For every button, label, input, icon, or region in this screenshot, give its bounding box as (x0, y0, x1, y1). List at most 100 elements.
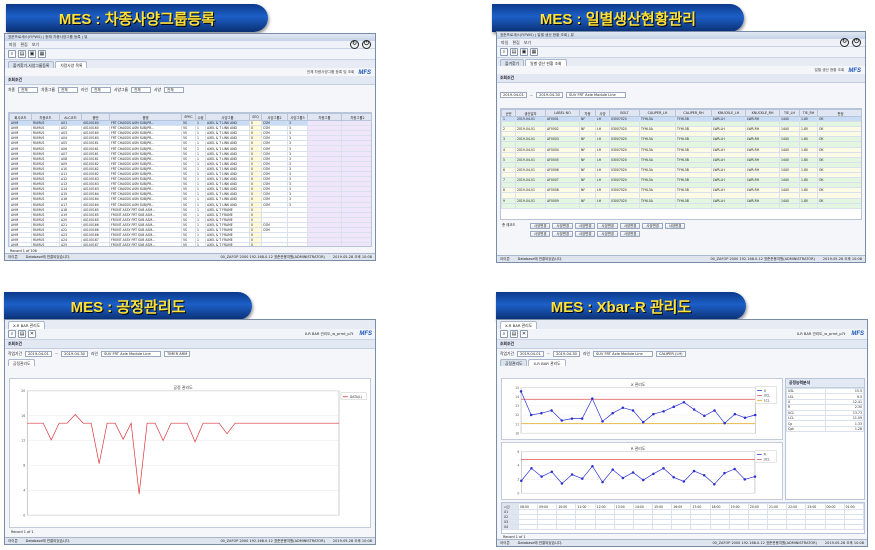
save-icon[interactable]: ▣ (28, 50, 36, 58)
menu-view[interactable]: 보기 (32, 42, 39, 48)
column-header[interactable]: LABEL NO (545, 109, 580, 117)
menu-edit[interactable]: 편집 (512, 40, 519, 46)
column-header[interactable]: 차종그룹2 (341, 113, 371, 121)
line-select[interactable]: SUV FRT Axle Module Line (592, 350, 653, 357)
power-icon[interactable]: ⏻ (852, 38, 861, 47)
column-header[interactable]: CALIPER_RH (675, 109, 712, 117)
print-icon[interactable]: ▤ (18, 330, 26, 338)
spec-change-button[interactable]: 사양변경 (619, 231, 641, 237)
filter-spec[interactable]: 전체 (163, 87, 184, 93)
date-to-input[interactable]: 2019-04-30 (553, 350, 580, 357)
column-header[interactable]: 순번 (501, 109, 516, 117)
table-row[interactable]: 5 2019-04-01 AF0005 NF LH 03007020 TYHL5A TYHL5… (501, 156, 861, 163)
column-header[interactable]: SPEC (181, 113, 196, 121)
column-header[interactable]: BOLT (609, 109, 640, 117)
print-icon[interactable]: ▤ (510, 48, 518, 56)
column-header[interactable]: KNUCKLE_LH (711, 109, 746, 117)
data-point (713, 409, 716, 412)
export-icon[interactable]: ▦ (530, 48, 538, 56)
date-from-input[interactable]: 2019-04-01 (516, 350, 544, 357)
filter-line[interactable]: 전체 (90, 87, 111, 93)
column-header[interactable]: 생산일자 (515, 109, 546, 117)
close-icon[interactable]: ✕ (520, 330, 528, 338)
tab-xr-bar[interactable]: X-R BAR 관리도 (8, 321, 46, 329)
date-from-input[interactable]: 2019-04-01 (500, 92, 527, 98)
column-header[interactable]: 회사코드 (9, 113, 32, 121)
tab-favorites[interactable]: 즐겨찾기 (500, 59, 524, 66)
menu-file[interactable]: 파일 (9, 42, 16, 48)
filter-car-group[interactable]: 전체 (57, 87, 78, 93)
spec-change-button[interactable]: 사양변경 (597, 223, 618, 229)
export-icon[interactable]: ▦ (38, 50, 46, 58)
print-icon[interactable]: ▤ (18, 50, 26, 58)
spec-change-button[interactable]: 사양변경 (619, 223, 641, 229)
tab-xr-chart[interactable]: X-R BAR 관리도 (528, 359, 566, 366)
tab-daily-production[interactable]: 일별 생산 현황 조회 (524, 59, 567, 66)
table-row[interactable]: 6 2019-04-01 AF0006 NF LH 03007020 TYHL5A TYHL5… (501, 166, 861, 174)
spec-change-button[interactable]: 사양변경 (552, 223, 573, 229)
table-row[interactable]: 4 2019-04-01 AF0004 NF LH 03007020 TYHL5A TYHL5… (501, 146, 861, 153)
table-row[interactable] (501, 202, 861, 209)
spec-change-button[interactable]: 사양변경 (664, 223, 686, 229)
table-row[interactable]: 9 2019-04-01 AF0009 NF LH 03007020 TYHL5A TYHL5… (501, 197, 861, 204)
menu-edit[interactable]: 편집 (20, 42, 27, 48)
table-row[interactable]: X4 (502, 524, 864, 531)
column-header[interactable]: 차종코드 (31, 113, 60, 121)
column-header[interactable]: KNUCKLE_RH (745, 109, 780, 117)
tab-spec-list[interactable]: 차량사양 목록 (55, 61, 88, 68)
column-header[interactable]: 사양그룹 (205, 113, 250, 121)
column-header[interactable]: 품명 (109, 113, 182, 121)
close-icon[interactable]: ✕ (28, 330, 36, 338)
date-to-input[interactable]: 2019-04-30 (536, 92, 563, 98)
search-icon[interactable]: ⌕ (500, 48, 508, 56)
column-header[interactable]: ALC코드 (59, 113, 82, 121)
menu-view[interactable]: 보기 (524, 40, 531, 46)
tab-process-chart[interactable]: 공정관리도 (500, 359, 528, 366)
power-icon[interactable]: ⏻ (362, 40, 371, 49)
column-header[interactable]: CALIPER_LH (639, 109, 676, 117)
tab-process-chart[interactable]: 공정관리도 (8, 359, 36, 366)
column-header[interactable]: SEQ (249, 113, 262, 121)
search-icon[interactable]: ⌕ (8, 330, 16, 338)
logo: MFS (359, 331, 372, 337)
spec-change-button[interactable]: 사양변경 (530, 223, 551, 229)
spec-change-button[interactable]: 사양변경 (597, 231, 618, 237)
spec-change-button[interactable]: 사양변경 (530, 231, 551, 237)
column-header[interactable]: 사양그룹2 (261, 113, 288, 121)
table-row[interactable]: 1 2019-04-01 AF0001 NF LH 03007020 TYHL5A TYHL5… (501, 115, 861, 123)
column-header[interactable]: TIE_LH (779, 109, 800, 117)
date-to-input[interactable]: 2019-04-30 (61, 350, 88, 357)
print-icon[interactable]: ▤ (510, 330, 518, 338)
column-header[interactable]: TIE_RH (799, 109, 818, 117)
filter-spec-group[interactable]: 전체 (130, 87, 151, 93)
column-header[interactable]: 수량 (195, 113, 206, 121)
tab-favorites[interactable]: 즐겨찾기-사양그룹등록 (8, 61, 55, 68)
search-icon[interactable]: ⌕ (8, 50, 16, 58)
column-header[interactable]: 차종그룹 (307, 113, 342, 121)
spec-change-button[interactable]: 사양변경 (552, 231, 573, 237)
line-select[interactable]: SUV FRT Axle Module Line (100, 350, 161, 357)
item-select[interactable]: CALIPER (LH) (655, 350, 686, 357)
table-row[interactable]: 7 2019-04-01 AF0007 NF LH 03007020 TYHL5A TYHL5… (501, 177, 861, 184)
column-header[interactable]: 품번 (81, 113, 110, 121)
date-from-input[interactable]: 2019-04-01 (24, 350, 52, 357)
banner-title: MES : 일별생산현황관리 (539, 11, 697, 28)
save-icon[interactable]: ▣ (520, 48, 528, 56)
plot-area (26, 390, 340, 516)
column-header[interactable]: 사양그룹3 (287, 113, 308, 121)
refresh-icon[interactable]: ↻ (350, 40, 359, 49)
column-header[interactable]: 차종 (579, 109, 596, 117)
item-select[interactable]: TIMER ARM (163, 350, 191, 357)
column-header[interactable]: 판정 (817, 109, 861, 117)
menu-file[interactable]: 파일 (501, 40, 508, 46)
column-header[interactable]: 사양 (595, 109, 610, 117)
spec-change-button[interactable]: 사양변경 (574, 223, 596, 229)
refresh-icon[interactable]: ↻ (840, 38, 849, 47)
search-icon[interactable]: ⌕ (500, 330, 508, 338)
spec-change-button[interactable]: 사양변경 (642, 223, 663, 229)
spec-change-button[interactable]: 사양변경 (574, 231, 596, 237)
line-select[interactable]: SUV FRT Axle Module Line (565, 92, 626, 98)
table-row[interactable]: AHM RUMUS A25 40100167 FRONT ASSY FRT SUB AS… (9, 242, 371, 246)
filter-car[interactable]: 전체 (18, 87, 38, 93)
tab-xr-bar[interactable]: X-R BAR 관리도 (500, 321, 538, 329)
